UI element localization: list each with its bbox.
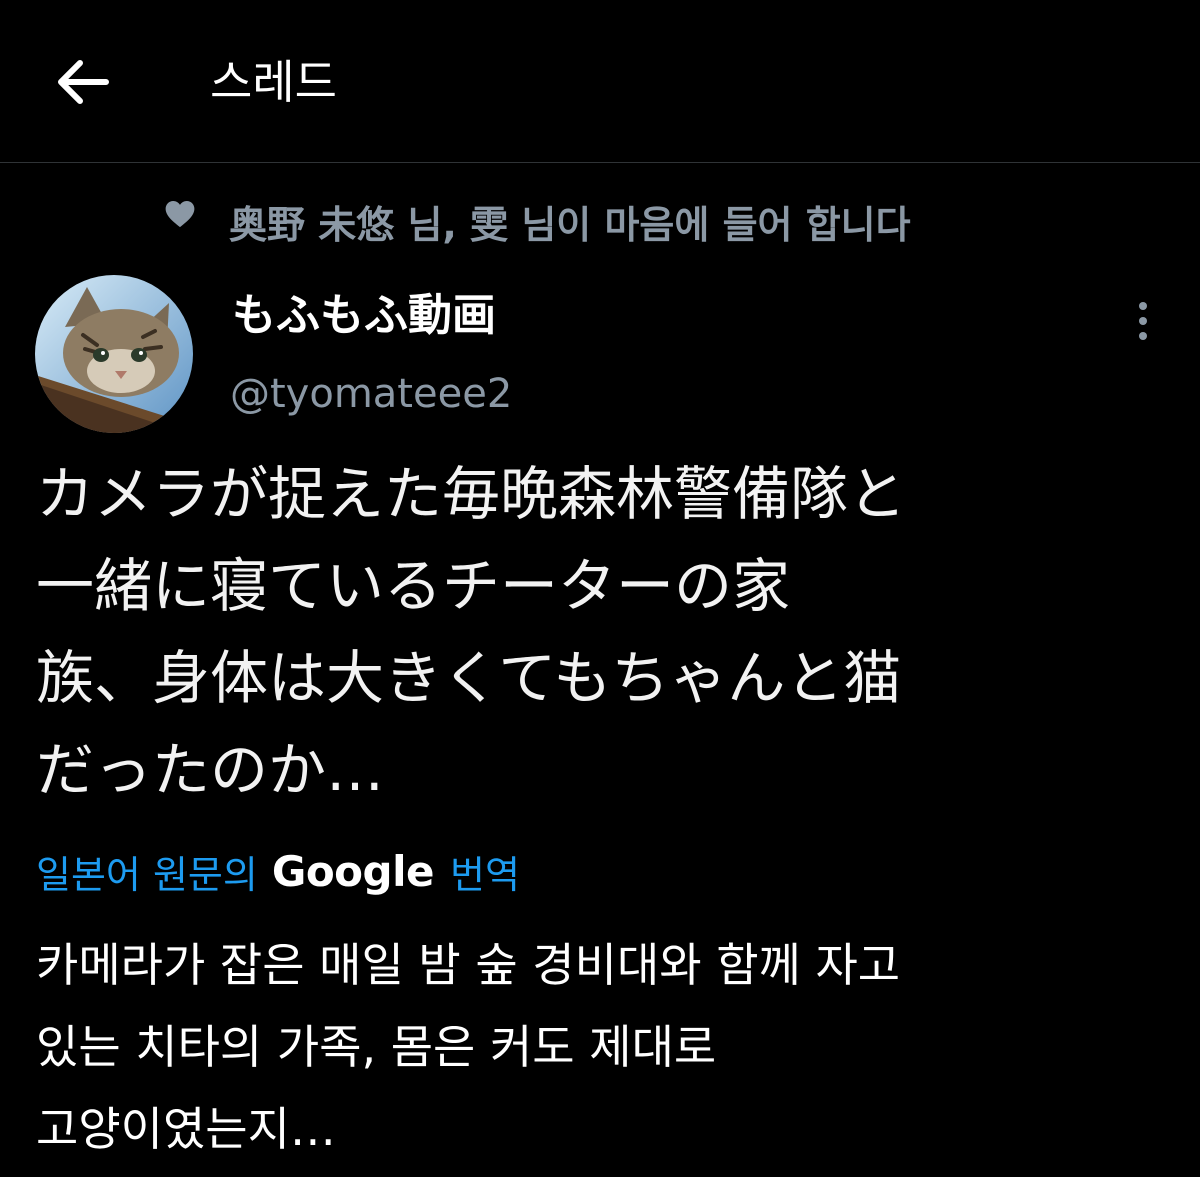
translated-text: 카메라가 잡은 매일 밤 숲 경비대와 함께 자고 있는 치타의 가족, 몸은 … xyxy=(36,938,901,1156)
cat-avatar xyxy=(35,275,193,433)
liked-by-text[interactable]: 奥野 未悠 님, 雯 님이 마음에 들어 합니다 xyxy=(229,194,911,249)
thread-header: 스레드 xyxy=(0,0,1200,163)
more-vertical-icon xyxy=(1139,302,1147,340)
avatar[interactable] xyxy=(35,275,193,433)
google-logo: Google xyxy=(271,846,435,896)
author-display-name[interactable]: もふもふ動画 xyxy=(232,286,496,346)
more-options-button[interactable] xyxy=(1126,300,1160,344)
back-button[interactable] xyxy=(50,54,114,110)
page-title: 스레드 xyxy=(210,55,337,109)
social-context: 奥野 未悠 님, 雯 님이 마음에 들어 합니다 xyxy=(165,194,911,248)
translation-source-label: 일본어 원문의 xyxy=(36,852,258,897)
heart-icon xyxy=(165,201,195,228)
author-handle[interactable]: @tyomateee2 xyxy=(230,366,512,422)
translation-attribution[interactable]: 일본어 원문의 Google 번역 xyxy=(36,840,520,902)
translation-label: 번역 xyxy=(449,852,520,897)
tweet-text: カメラが捉えた毎晩森林警備隊と 一緒に寝ているチーターの家 族、身体は大きくても… xyxy=(36,460,907,804)
arrow-left-icon xyxy=(58,60,109,104)
